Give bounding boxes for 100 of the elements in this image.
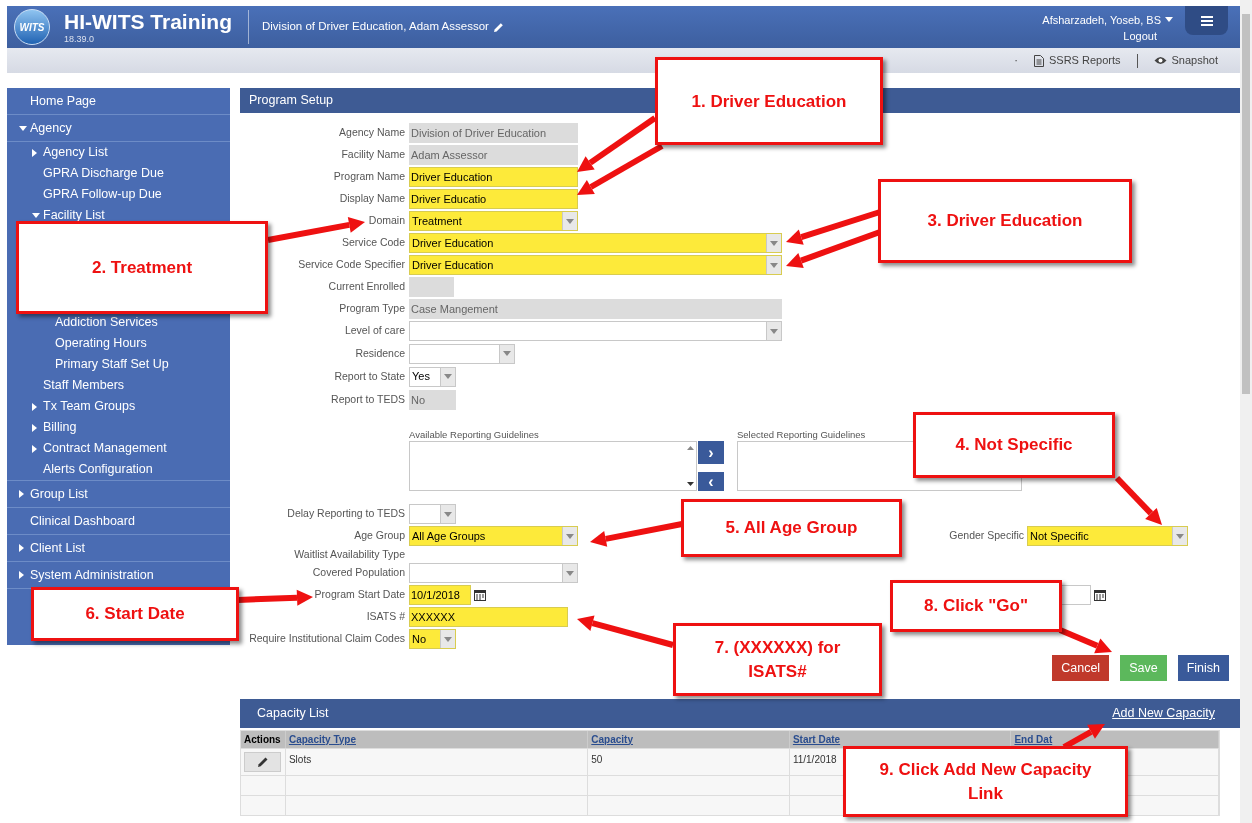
callout-text: 7. (XXXXXX) for ISATS# xyxy=(713,636,842,683)
sidebar-item[interactable]: Agency List xyxy=(43,143,108,162)
text-field[interactable]: Division of Driver Education xyxy=(409,123,578,143)
form-button[interactable]: Cancel xyxy=(1052,655,1110,681)
column-header: Actions xyxy=(244,733,281,746)
dropdown[interactable]: Driver Education xyxy=(409,255,782,275)
logout-link[interactable]: Logout xyxy=(1123,28,1157,45)
sidebar-item[interactable]: GPRA Follow-up Due xyxy=(43,185,162,204)
context-label: Division of Driver Education, Adam Assessor xyxy=(262,19,489,35)
field-label: Facility Name xyxy=(341,147,405,163)
callout-text: 4. Not Specific xyxy=(955,434,1073,456)
remove-button[interactable]: ‹ xyxy=(698,472,724,491)
text-field[interactable]: XXXXXX xyxy=(409,607,568,627)
calendar-icon[interactable] xyxy=(474,589,486,601)
edit-button[interactable] xyxy=(244,752,281,772)
field-label: Service Code Specifier xyxy=(298,257,405,273)
menu-button[interactable] xyxy=(1185,6,1228,35)
dropdown[interactable]: Treatment xyxy=(409,211,578,231)
sidebar-item[interactable]: Primary Staff Set Up xyxy=(55,355,169,374)
text-field[interactable]: Adam Assessor xyxy=(409,145,578,165)
scroll-down-icon[interactable] xyxy=(686,482,694,486)
callout-text: 8. Click "Go" xyxy=(924,595,1028,617)
sidebar-item[interactable]: Alerts Configuration xyxy=(43,460,153,479)
text-field[interactable] xyxy=(409,277,454,297)
table-cell: Slots xyxy=(288,754,312,765)
callout-text: 6. Start Date xyxy=(85,603,185,625)
field-label: Program Type xyxy=(339,301,405,317)
text-field[interactable]: Case Mangement xyxy=(409,299,782,319)
field-label: Level of care xyxy=(344,323,405,339)
field-label: Display Name xyxy=(339,191,405,207)
dropdown[interactable]: No xyxy=(409,629,456,649)
user-menu[interactable]: Afsharzadeh, Yoseb, BS xyxy=(1042,11,1161,28)
dropdown[interactable]: Driver Education xyxy=(409,233,782,253)
separator-dot: · xyxy=(1014,53,1018,69)
eye-icon[interactable] xyxy=(1153,56,1167,65)
sidebar-item[interactable]: Clinical Dashboard xyxy=(30,511,135,531)
scrollbar[interactable] xyxy=(1240,0,1252,823)
field-label: Residence xyxy=(355,345,405,361)
pencil-icon[interactable] xyxy=(492,21,504,33)
field-label: Domain xyxy=(368,213,405,229)
caret-icon xyxy=(770,240,778,246)
field-label: Age Group xyxy=(354,528,405,544)
sidebar-item[interactable]: Tx Team Groups xyxy=(43,397,136,416)
sidebar-item[interactable]: Addiction Services xyxy=(55,313,158,332)
logo: WITS xyxy=(14,9,50,45)
dropdown[interactable]: All Age Groups xyxy=(409,526,578,546)
form-button[interactable]: Finish xyxy=(1177,655,1229,681)
text-field[interactable]: Driver Educatio xyxy=(409,189,578,209)
sidebar-item[interactable]: Staff Members xyxy=(43,376,125,395)
caret-icon xyxy=(503,351,511,356)
column-header[interactable]: Start Date xyxy=(792,733,841,746)
sidebar-item[interactable]: Operating Hours xyxy=(55,334,147,353)
text-field[interactable]: No xyxy=(409,389,456,410)
field-label: Report to State xyxy=(334,368,405,384)
dropdown[interactable]: Yes xyxy=(409,366,456,387)
calendar-icon[interactable] xyxy=(1094,589,1106,601)
sidebar-item[interactable]: Home Page xyxy=(30,91,96,111)
panel-title: Program Setup xyxy=(249,92,334,110)
field-label: Gender Specific xyxy=(949,528,1024,544)
column-header[interactable]: End Dat xyxy=(1014,733,1053,746)
sidebar-item[interactable]: Agency xyxy=(30,118,72,138)
callout-text: 5. All Age Group xyxy=(725,517,858,539)
caret-icon xyxy=(1176,533,1184,539)
caret-icon xyxy=(444,374,452,379)
dropdown[interactable]: Not Specific xyxy=(1027,526,1188,546)
field-label: Waitlist Availability Type xyxy=(294,546,405,562)
callout-text: 9. Click Add New Capacity Link xyxy=(878,758,1093,805)
arrow xyxy=(1114,475,1162,525)
caret-icon xyxy=(566,570,574,576)
sidebar-item[interactable]: Billing xyxy=(43,418,77,437)
pencil-icon[interactable] xyxy=(256,756,269,768)
scroll-up-icon[interactable] xyxy=(686,446,694,450)
toolbar-link[interactable]: SSRS Reports xyxy=(1049,52,1121,69)
sidebar-item[interactable]: Group List xyxy=(30,484,88,504)
column-header[interactable]: Capacity Type xyxy=(288,733,356,746)
field-label: Program Name xyxy=(333,169,405,185)
date-field[interactable]: 10/1/2018 xyxy=(409,585,471,605)
field-label: Report to TEDS xyxy=(331,391,405,407)
caret-icon xyxy=(566,218,574,224)
sidebar-item[interactable]: GPRA Discharge Due xyxy=(43,164,164,183)
list-label: Selected Reporting Guidelines xyxy=(737,429,867,441)
column-header[interactable]: Capacity xyxy=(591,733,633,746)
callout-text: 2. Treatment xyxy=(91,256,193,279)
add-button[interactable]: › xyxy=(698,441,724,465)
menu-icon[interactable] xyxy=(1200,15,1213,26)
toolbar-link[interactable]: Snapshot xyxy=(1171,52,1218,69)
sidebar-item[interactable]: Client List xyxy=(30,538,85,558)
sidebar-item[interactable]: Facility List xyxy=(43,206,105,225)
sidebar-item[interactable]: System Administration xyxy=(30,565,154,585)
panel-title: Capacity List xyxy=(257,705,329,723)
field-label: Require Institutional Claim Codes xyxy=(249,631,405,647)
document-icon[interactable] xyxy=(1034,54,1044,67)
add-capacity-link[interactable]: Add New Capacity xyxy=(1112,704,1215,723)
field-label: Program Start Date xyxy=(314,587,405,603)
field-label: ISATS # xyxy=(366,609,405,625)
text-field[interactable]: Driver Education xyxy=(409,167,578,187)
sidebar-item[interactable]: Contract Management xyxy=(43,439,167,458)
caret-icon xyxy=(770,262,778,268)
list-label: Available Reporting Guidelines xyxy=(409,429,540,441)
caret-icon xyxy=(566,533,574,539)
